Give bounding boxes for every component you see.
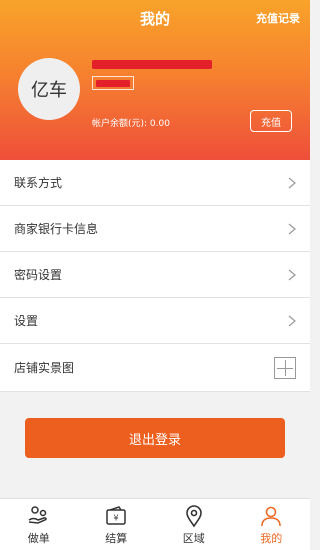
settings-menu: 联系方式 商家银行卡信息 密码设置 设置 店铺实景图 (0, 160, 310, 392)
menu-item-label: 密码设置 (14, 268, 63, 282)
person-icon (261, 506, 282, 527)
chevron-right-icon (288, 269, 296, 280)
logout-button[interactable]: 退出登录 (25, 418, 285, 458)
menu-item-label: 设置 (14, 314, 39, 328)
recharge-button[interactable]: 充值 (250, 110, 292, 132)
nav-label: 区域 (182, 532, 205, 545)
svg-text:¥: ¥ (114, 514, 119, 523)
redacted-account-tag (92, 76, 134, 90)
menu-item-password[interactable]: 密码设置 (0, 252, 310, 298)
redacted-account-value (96, 79, 130, 87)
nav-item-region[interactable]: 区域 (155, 499, 233, 550)
chevron-right-icon (288, 223, 296, 234)
redacted-username (92, 60, 212, 69)
avatar-text: 亿车 (31, 80, 67, 101)
menu-item-contact[interactable]: 联系方式 (0, 160, 310, 206)
chevron-right-icon (288, 315, 296, 326)
bottom-nav: 做单 ¥ 结算 区域 我的 (0, 498, 310, 550)
store-photos-label: 店铺实景图 (14, 361, 75, 375)
account-balance: 帐户余额(元): 0.00 (92, 119, 170, 129)
add-photo-icon[interactable] (274, 356, 296, 379)
recharge-record-link[interactable]: 充值记录 (256, 10, 300, 26)
profile-header: 我的 充值记录 亿车 帐户余额(元): 0.00 充值 (0, 0, 310, 160)
avatar[interactable]: 亿车 (18, 58, 80, 120)
nav-label: 做单 (27, 532, 50, 545)
location-pin-icon (185, 505, 202, 528)
nav-item-settlement[interactable]: ¥ 结算 (78, 499, 156, 550)
nav-item-orders[interactable]: 做单 (0, 499, 78, 550)
menu-item-label: 联系方式 (14, 176, 63, 190)
chevron-right-icon (288, 177, 296, 188)
nav-item-mine[interactable]: 我的 (233, 499, 311, 550)
order-icon (28, 506, 47, 524)
menu-item-settings[interactable]: 设置 (0, 298, 310, 344)
menu-item-label: 商家银行卡信息 (14, 222, 99, 236)
nav-label: 结算 (105, 532, 128, 545)
wallet-icon: ¥ (106, 506, 126, 525)
menu-item-bank-card[interactable]: 商家银行卡信息 (0, 206, 310, 252)
nav-label: 我的 (260, 532, 283, 545)
menu-item-store-photos: 店铺实景图 (0, 344, 310, 392)
